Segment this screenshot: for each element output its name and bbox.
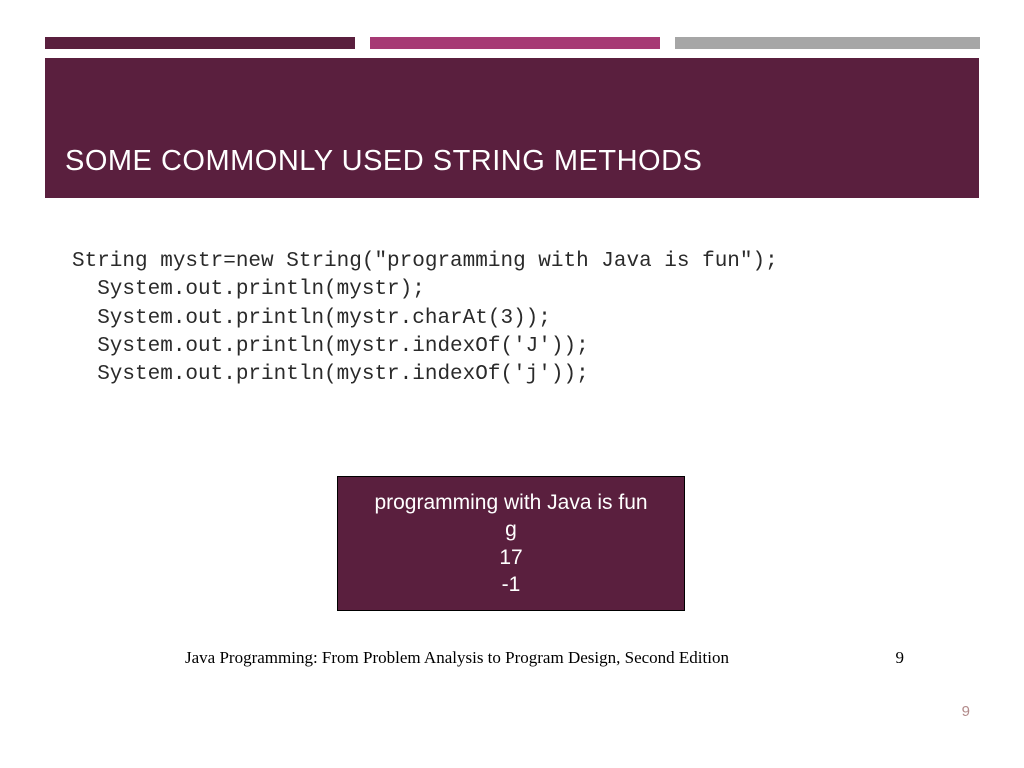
- footer-page-inline: 9: [896, 648, 905, 668]
- output-line: 17: [338, 544, 684, 571]
- output-line: programming with Java is fun: [338, 489, 684, 516]
- accent-segment-grey: [675, 37, 980, 49]
- accent-gap: [660, 37, 675, 49]
- accent-segment-pink: [370, 37, 660, 49]
- code-line: String mystr=new String("programming wit…: [72, 250, 778, 273]
- accent-bar: [45, 37, 979, 49]
- title-bar: SOME COMMONLY USED STRING METHODS: [45, 58, 979, 198]
- code-line: System.out.println(mystr.indexOf('J'));: [72, 335, 589, 358]
- page-number: 9: [962, 703, 970, 720]
- slide-title: SOME COMMONLY USED STRING METHODS: [65, 145, 702, 178]
- footer-citation: Java Programming: From Problem Analysis …: [185, 648, 729, 668]
- output-line: -1: [338, 571, 684, 598]
- footer: Java Programming: From Problem Analysis …: [0, 648, 1024, 668]
- code-block: String mystr=new String("programming wit…: [72, 248, 778, 390]
- output-line: g: [338, 516, 684, 543]
- code-line: System.out.println(mystr.charAt(3));: [72, 307, 551, 330]
- code-line: System.out.println(mystr.indexOf('j'));: [72, 363, 589, 386]
- code-line: System.out.println(mystr);: [72, 278, 425, 301]
- accent-gap: [355, 37, 370, 49]
- output-box: programming with Java is fun g 17 -1: [337, 476, 685, 611]
- accent-segment-dark: [45, 37, 355, 49]
